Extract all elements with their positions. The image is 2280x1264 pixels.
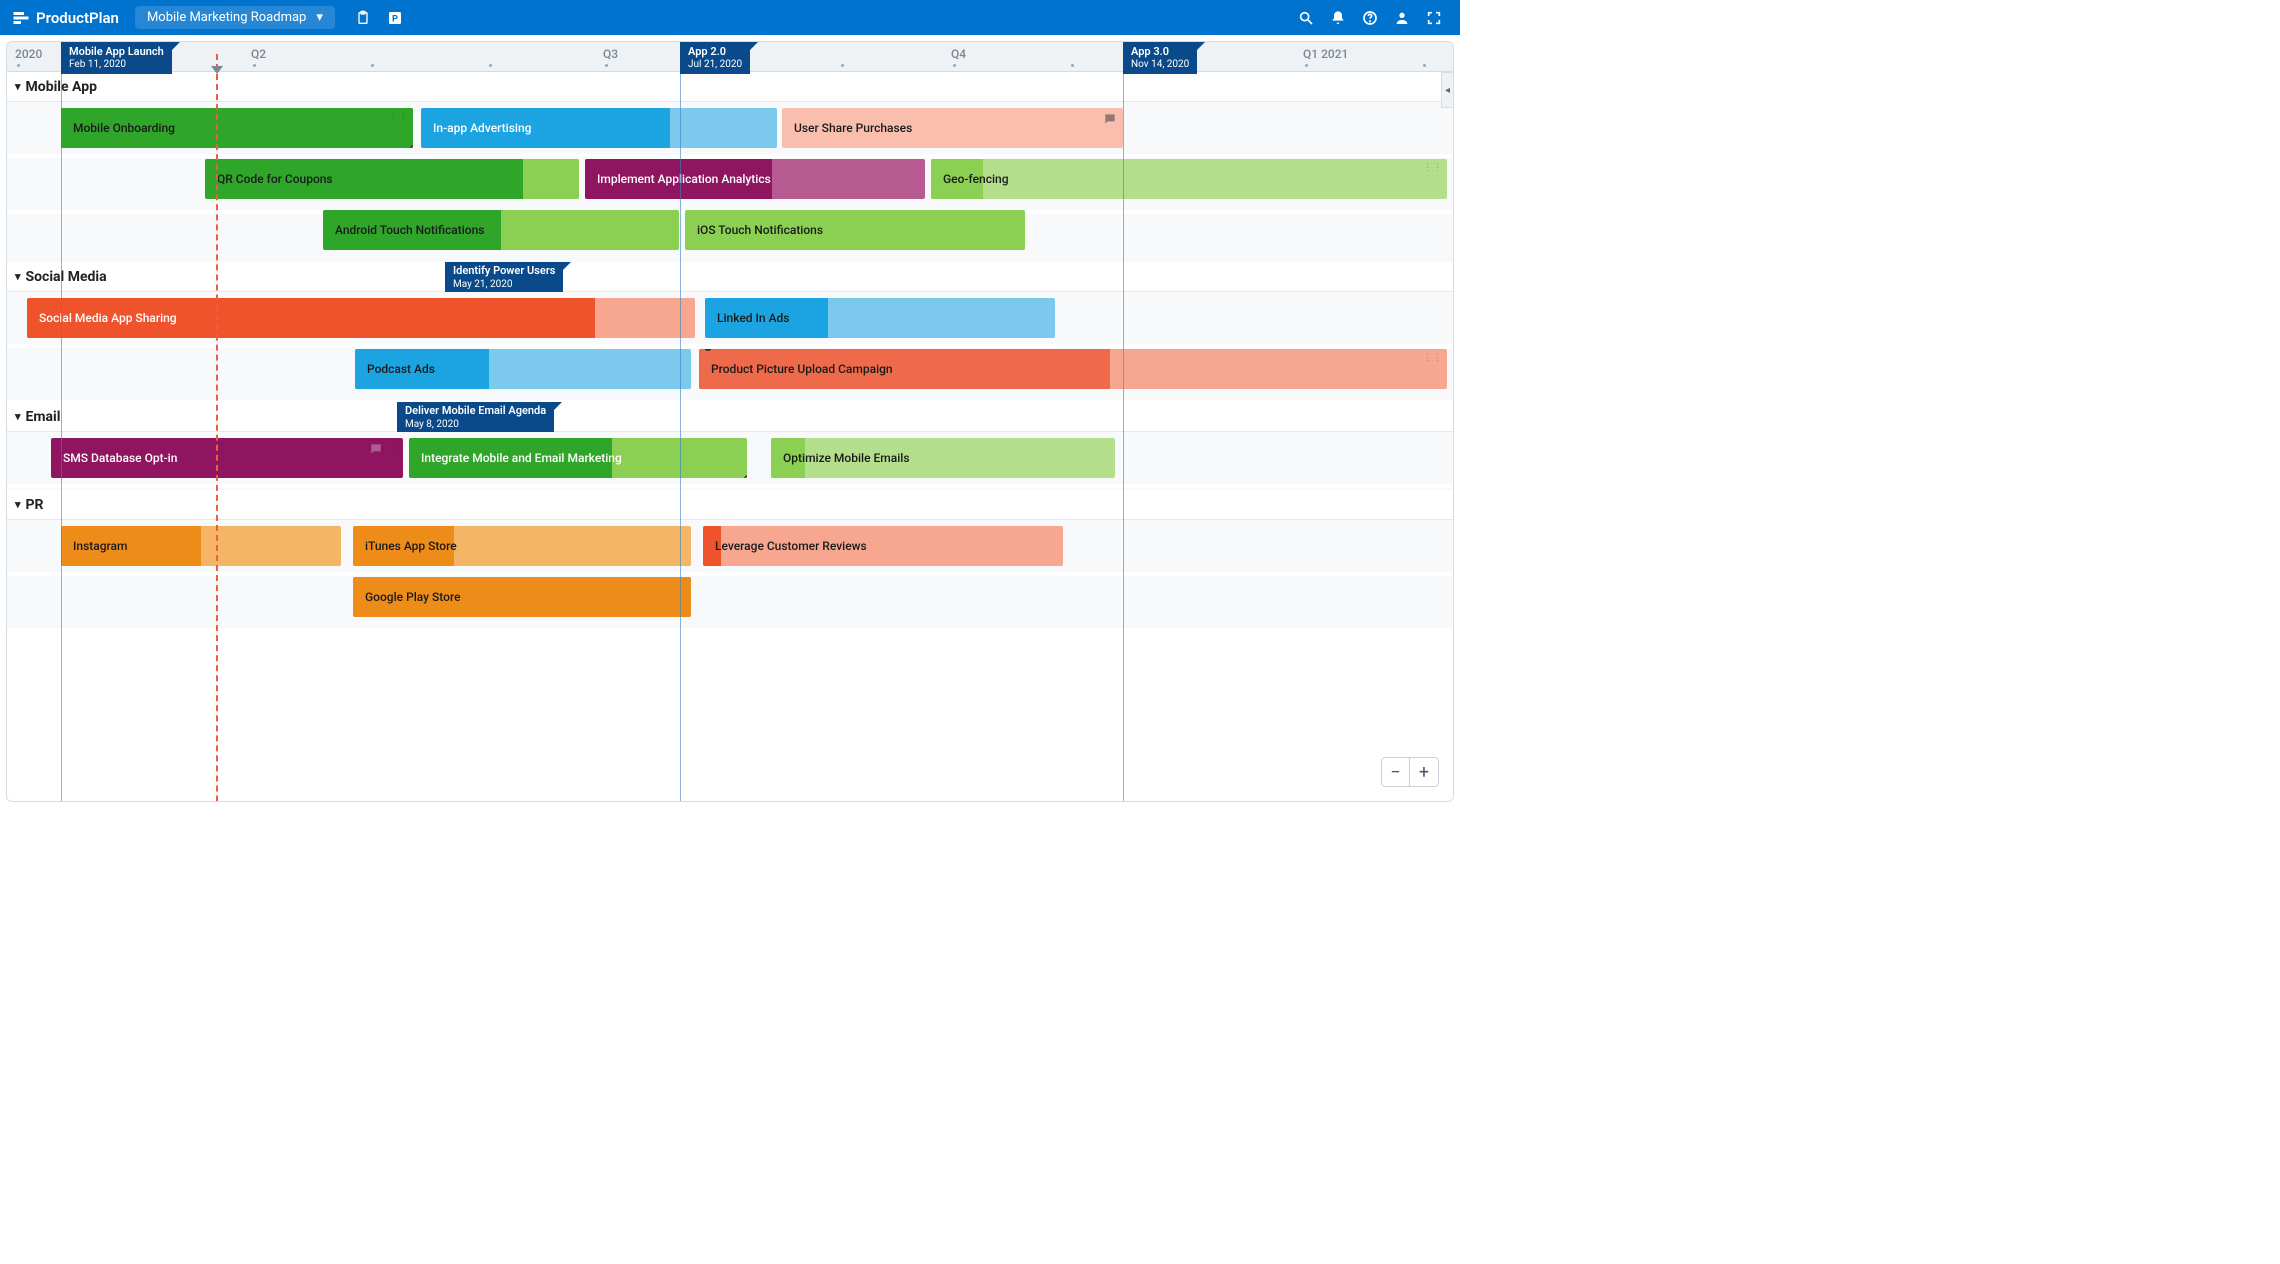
- search-icon: [1298, 10, 1314, 26]
- chevron-down-icon: ▾: [15, 410, 21, 423]
- expand-icon: [1426, 10, 1442, 26]
- topbar: ProductPlan Mobile Marketing Roadmap ▾ P: [0, 0, 1460, 35]
- chevron-down-icon: ▾: [15, 270, 21, 283]
- user-icon: [1394, 10, 1410, 26]
- notifications-button[interactable]: [1322, 2, 1354, 34]
- lane-header-pr[interactable]: ▾ PR: [7, 490, 1453, 520]
- connector-dot[interactable]: [410, 145, 413, 148]
- bar-podcast-ads[interactable]: Podcast Ads: [355, 349, 691, 389]
- q4-label: Q4: [951, 47, 966, 61]
- lane-header-social[interactable]: ▾ Social Media: [7, 262, 1453, 292]
- bar-geo-fencing[interactable]: Geo-fencing ⋮⋮: [931, 159, 1447, 199]
- q3-label: Q3: [603, 47, 618, 61]
- year-label: 2020: [15, 47, 42, 61]
- app-logo[interactable]: ProductPlan: [0, 9, 135, 27]
- clipboard-button[interactable]: [347, 2, 379, 34]
- zoom-controls: − +: [1381, 757, 1439, 787]
- bar-upload-campaign[interactable]: Product Picture Upload Campaign ⋮⋮: [699, 349, 1447, 389]
- chevron-down-icon: ▾: [15, 80, 21, 93]
- bar-linkedin-ads[interactable]: Linked In Ads: [705, 298, 1055, 338]
- app-name: ProductPlan: [36, 9, 119, 27]
- bar-mobile-onboarding[interactable]: Mobile Onboarding ⋮⋮: [61, 108, 413, 148]
- lane-body-email: Deliver Mobile Email Agenda May 8, 2020 …: [7, 432, 1453, 490]
- roadmap-title: Mobile Marketing Roadmap: [147, 10, 306, 25]
- help-icon: [1362, 10, 1378, 26]
- bar-social-sharing[interactable]: Social Media App Sharing: [27, 298, 695, 338]
- bar-ios-notifications[interactable]: iOS Touch Notifications: [685, 210, 1025, 250]
- lane-body-pr: Instagram iTunes App Store Leverage Cust…: [7, 520, 1453, 630]
- grip-icon: ⋮⋮: [389, 112, 409, 122]
- milestone-power-users[interactable]: Identify Power Users May 21, 2020: [445, 262, 563, 292]
- bar-instagram[interactable]: Instagram: [61, 526, 341, 566]
- lanes-container: ▾ Mobile App Mobile Onboarding ⋮⋮ In-app…: [7, 72, 1453, 630]
- bar-sms-optin[interactable]: SMS Database Opt-in ⋮⋮: [51, 438, 403, 478]
- logo-icon: [12, 9, 30, 27]
- bar-android-notifications[interactable]: Android Touch Notifications: [323, 210, 679, 250]
- milestone-app2[interactable]: App 2.0 Jul 21, 2020: [680, 42, 750, 74]
- today-marker[interactable]: [211, 66, 223, 74]
- milestone-line-launch: [61, 42, 62, 802]
- lane-header-mobile-app[interactable]: ▾ Mobile App: [7, 72, 1453, 102]
- user-button[interactable]: [1386, 2, 1418, 34]
- roadmap-selector[interactable]: Mobile Marketing Roadmap ▾: [135, 6, 335, 29]
- parking-button[interactable]: P: [379, 2, 411, 34]
- clipboard-icon: [355, 10, 371, 26]
- comment-icon[interactable]: [1103, 112, 1117, 129]
- chevron-down-icon: ▾: [316, 10, 323, 25]
- bar-qr-coupons[interactable]: QR Code for Coupons: [205, 159, 579, 199]
- milestone-email-agenda[interactable]: Deliver Mobile Email Agenda May 8, 2020: [397, 402, 554, 432]
- bar-itunes[interactable]: iTunes App Store: [353, 526, 691, 566]
- chevron-down-icon: ▾: [15, 498, 21, 511]
- zoom-in-button[interactable]: +: [1410, 758, 1438, 786]
- lane-header-email[interactable]: ▾ Email: [7, 402, 1453, 432]
- bar-google-play[interactable]: Google Play Store: [353, 577, 691, 617]
- milestone-line-app2: [680, 42, 681, 802]
- search-button[interactable]: [1290, 2, 1322, 34]
- roadmap-canvas: 2020 Q2 Q3 Q4 Q1 2021 Mobile App Launch …: [6, 41, 1454, 802]
- bell-icon: [1330, 10, 1346, 26]
- q2-label: Q2: [251, 47, 266, 61]
- bar-optimize-emails[interactable]: Optimize Mobile Emails: [771, 438, 1115, 478]
- today-line: [216, 54, 218, 802]
- zoom-out-button[interactable]: −: [1382, 758, 1410, 786]
- collapse-sidebar-tab[interactable]: ◂: [1441, 72, 1453, 108]
- svg-text:P: P: [392, 13, 398, 24]
- bar-integrate-email[interactable]: Integrate Mobile and Email Marketing: [409, 438, 747, 478]
- p-icon: P: [387, 10, 403, 26]
- comment-icon[interactable]: [369, 442, 383, 459]
- lane-body-mobile-app: Mobile Onboarding ⋮⋮ In-app Advertising …: [7, 102, 1453, 262]
- grip-icon: ⋮⋮: [1423, 353, 1443, 363]
- grip-icon: ⋮⋮: [1423, 163, 1443, 173]
- q1-2021-label: Q1 2021: [1303, 47, 1348, 61]
- lane-body-social: Identify Power Users May 21, 2020 Social…: [7, 292, 1453, 402]
- milestone-line-app3: [1123, 42, 1124, 802]
- bar-analytics[interactable]: Implement Application Analytics: [585, 159, 925, 199]
- connector-dot[interactable]: [744, 475, 747, 478]
- fullscreen-button[interactable]: [1418, 2, 1450, 34]
- bar-reviews[interactable]: Leverage Customer Reviews: [703, 526, 1063, 566]
- bar-user-share-purchases[interactable]: User Share Purchases: [782, 108, 1123, 148]
- help-button[interactable]: [1354, 2, 1386, 34]
- bar-in-app-advertising[interactable]: In-app Advertising: [421, 108, 777, 148]
- milestone-app3[interactable]: App 3.0 Nov 14, 2020: [1123, 42, 1197, 74]
- milestone-launch[interactable]: Mobile App Launch Feb 11, 2020: [61, 42, 172, 74]
